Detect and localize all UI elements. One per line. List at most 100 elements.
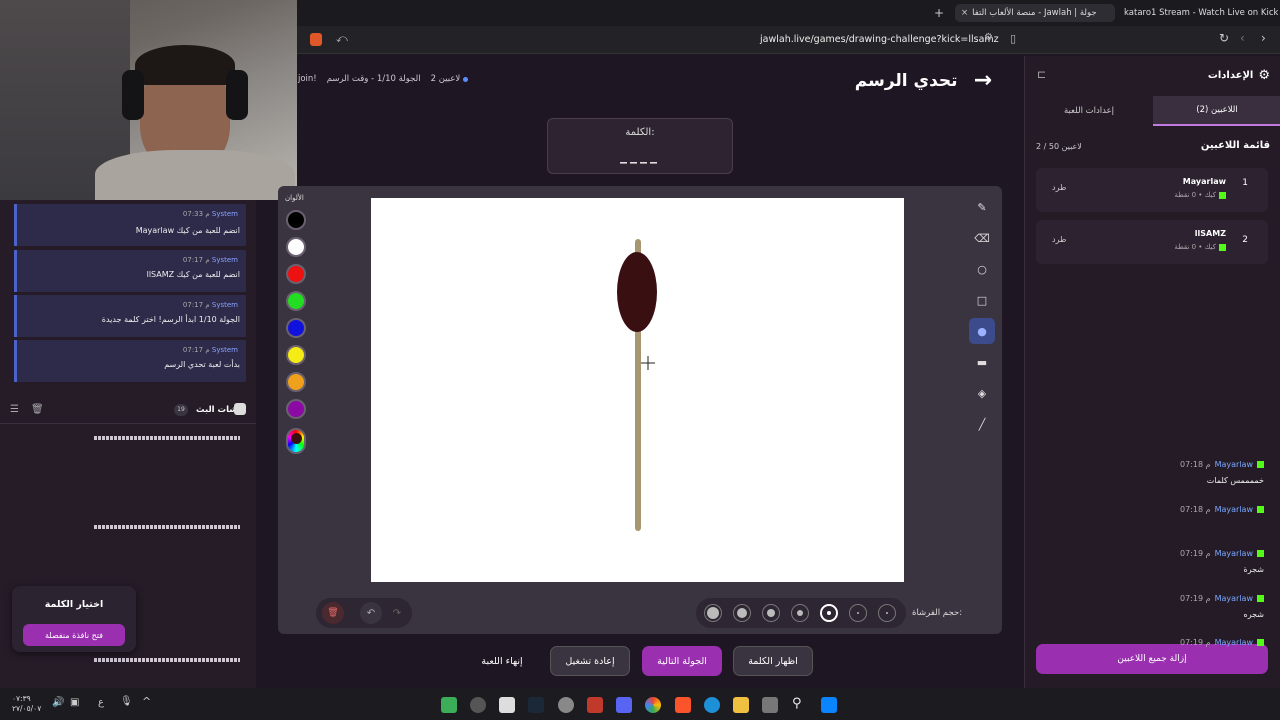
tray-expand-icon[interactable]: ^ xyxy=(142,695,151,708)
remove-all-players-button[interactable]: إزالة جميع اللاعبين xyxy=(1036,644,1268,674)
brush-size-l[interactable] xyxy=(733,604,751,622)
color-swatch[interactable] xyxy=(286,291,306,311)
new-tab-button[interactable]: + xyxy=(934,6,944,20)
kick-player-button[interactable]: طرد xyxy=(1052,235,1066,244)
color-swatch[interactable] xyxy=(286,210,306,230)
tab-kick[interactable]: kataro1 Stream - Watch Live on Kick xyxy=(1118,4,1278,22)
end-game-label: إنهاء اللعبة xyxy=(481,655,523,667)
game-title: تحدي الرسم → xyxy=(855,68,992,93)
redo-icon[interactable]: ↷ xyxy=(386,602,408,624)
fill-bucket-tool-icon[interactable]: ◈ xyxy=(969,380,995,406)
steam-icon[interactable] xyxy=(528,697,544,713)
undo-icon[interactable]: ↶ xyxy=(360,602,382,624)
brush-size-selected[interactable] xyxy=(820,604,838,622)
tab-players[interactable]: اللاعبين (2) xyxy=(1153,96,1280,126)
pencil-tool-icon[interactable]: ✎ xyxy=(969,194,995,220)
share-icon[interactable]: ⤺ xyxy=(336,32,348,46)
restart-button[interactable]: إعادة تشغيل xyxy=(550,646,630,676)
brave-shield-icon[interactable] xyxy=(310,33,322,46)
back-icon[interactable]: ‹ xyxy=(1240,31,1245,45)
eraser-tool-icon[interactable]: ⌫ xyxy=(969,225,995,251)
system-message: 07:17 م System بدأت لعبة تحدي الرسم xyxy=(14,340,246,382)
color-swatch[interactable] xyxy=(286,237,306,257)
end-game-button[interactable]: إنهاء اللعبة xyxy=(470,646,534,676)
tab-game-label: إعدادات اللعبة xyxy=(1063,106,1115,116)
edge-icon[interactable] xyxy=(704,697,720,713)
show-word-label: اظهار الكلمة xyxy=(748,655,798,667)
brush-size-xxs[interactable] xyxy=(878,604,896,622)
app-icon-obs[interactable] xyxy=(470,697,486,713)
player-meta-label: كيك • 0 نقطة xyxy=(1174,243,1216,251)
players-count: 2 لاعبين xyxy=(431,74,469,84)
network-icon[interactable]: ▣ xyxy=(70,697,79,708)
system-message: 07:17 م System الجولة 1/10 ابدأ الرسم! ا… xyxy=(14,295,246,337)
drawing-canvas[interactable] xyxy=(371,198,904,582)
voice-app-icon[interactable] xyxy=(587,697,603,713)
clear-canvas-icon[interactable]: 🗑 xyxy=(322,602,344,624)
tree-top-stroke xyxy=(617,252,657,332)
show-word-button[interactable]: اظهار الكلمة xyxy=(733,646,813,676)
clock-time: ٠٧:٣٩ xyxy=(12,694,31,703)
url-field[interactable]: jawlah.live/games/drawing-challenge?kick… xyxy=(760,34,999,45)
circle-tool-icon[interactable]: ○ xyxy=(969,256,995,282)
close-tab-icon[interactable]: × xyxy=(961,8,968,18)
app-icon-green[interactable] xyxy=(441,697,457,713)
rectangle-tool-icon[interactable]: □ xyxy=(969,287,995,313)
reload-icon[interactable]: ↻ xyxy=(1219,31,1229,45)
mic-icon[interactable]: 🎙 xyxy=(120,696,133,707)
task-view-icon[interactable] xyxy=(762,697,778,713)
discord-icon[interactable] xyxy=(616,697,632,713)
word-label: الكلمة: xyxy=(625,127,655,138)
color-swatch[interactable] xyxy=(286,264,306,284)
kick-logo-icon xyxy=(1257,639,1264,646)
chat-count-badge: 19 xyxy=(174,404,188,416)
clock[interactable]: ٠٧:٣٩ ٢٧/٠٥/٠٧ xyxy=(12,694,41,714)
next-round-label: الجولة التالية xyxy=(657,655,707,667)
color-swatch[interactable] xyxy=(286,399,306,419)
settings-app-icon[interactable] xyxy=(558,697,574,713)
site-settings-icon[interactable]: ⚙ xyxy=(984,32,993,43)
brush-size-s[interactable] xyxy=(791,604,809,622)
kick-player-button[interactable]: طرد xyxy=(1052,183,1066,192)
collapse-panel-icon[interactable]: ⊏ xyxy=(1037,68,1046,81)
filled-rect-tool-icon[interactable]: ▬ xyxy=(969,349,995,375)
color-swatch[interactable] xyxy=(286,318,306,338)
app-icon-store[interactable] xyxy=(499,697,515,713)
round-text: الجولة 1/10 - وقت الرسم xyxy=(326,74,421,84)
player-meta: كيك • 0 نقطة xyxy=(1174,243,1226,251)
bookmark-icon[interactable]: ▯ xyxy=(1010,32,1016,45)
brush-size-xs[interactable] xyxy=(849,604,867,622)
brush-size-xl[interactable] xyxy=(704,604,722,622)
language-indicator[interactable]: ع xyxy=(98,697,104,708)
chat-clear-icon[interactable]: 🗑 xyxy=(31,404,44,415)
spam-line xyxy=(94,436,240,440)
current-color-dot xyxy=(290,433,302,444)
chat-menu-icon[interactable]: ☰ xyxy=(10,404,19,415)
system-sender: 07:17 م System xyxy=(182,256,238,264)
remove-all-label: إزالة جميع اللاعبين xyxy=(1117,654,1187,664)
settings-title-label: الإعدادات xyxy=(1207,70,1254,81)
back-arrow-icon[interactable]: → xyxy=(974,68,992,93)
forward-icon[interactable]: › xyxy=(1261,31,1266,45)
color-swatch[interactable] xyxy=(286,372,306,392)
search-icon[interactable]: ⚲ xyxy=(792,696,802,711)
file-explorer-icon[interactable] xyxy=(733,697,749,713)
custom-color-picker[interactable] xyxy=(286,428,306,454)
filled-circle-tool-icon[interactable]: ● xyxy=(969,318,995,344)
next-round-button[interactable]: الجولة التالية xyxy=(642,646,722,676)
brave-icon[interactable] xyxy=(675,697,691,713)
system-sender: 07:33 م System xyxy=(182,210,238,218)
tab-jawlah[interactable]: × جولة | Jawlah - منصة الألعاب التفا xyxy=(955,4,1115,22)
chrome-icon[interactable] xyxy=(645,697,661,713)
windows-start-icon[interactable] xyxy=(821,697,837,713)
word-picker-title: اختيار الكلمة xyxy=(44,599,104,610)
brush-size-m[interactable] xyxy=(762,604,780,622)
color-swatch[interactable] xyxy=(286,345,306,365)
speaker-icon[interactable]: 🔊 xyxy=(52,697,64,708)
online-dot-icon xyxy=(463,76,469,82)
join-text: join! xyxy=(298,74,317,84)
open-window-button[interactable]: فتح نافذة منفصلة xyxy=(23,624,125,646)
round-info: join! الجولة 1/10 - وقت الرسم 2 لاعبين xyxy=(298,74,469,84)
line-tool-icon[interactable]: ╱ xyxy=(969,411,995,437)
tab-game-settings[interactable]: إعدادات اللعبة xyxy=(1025,96,1153,126)
